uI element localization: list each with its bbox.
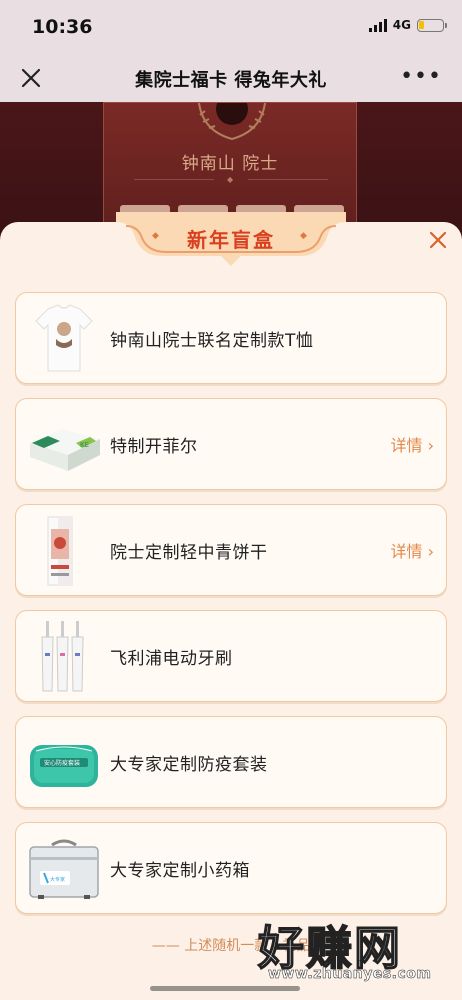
svg-text:KE: KE <box>80 441 89 449</box>
status-indicators: 4G <box>368 18 447 32</box>
detail-label: 详情 <box>390 542 423 561</box>
more-icon[interactable]: ••• <box>400 66 442 88</box>
item-name: 飞利浦电动牙刷 <box>110 649 233 669</box>
item-detail-link[interactable]: 详情 › <box>390 538 434 562</box>
item-detail-link[interactable]: 详情 › <box>390 432 434 456</box>
network-label: 4G <box>392 18 411 32</box>
prize-list: 钟南山院士联名定制款T恤 KE 特制开菲尔 详情 › 院士定制轻中青饼干 详情 … <box>15 292 447 928</box>
blind-box-modal: ◆ ◆ 新年盲盒 钟南山院士联名定制款T恤 KE 特制开菲尔 详情 › 院士定制… <box>0 212 462 1000</box>
status-time: 10:36 <box>32 16 93 38</box>
chevron-right-icon: › <box>427 542 434 561</box>
modal-title: 新年盲盒 <box>187 228 275 252</box>
watermark: 好赚网 www.zhuanyes.com <box>254 912 462 992</box>
academician-name: 钟南山 院士 <box>181 154 279 174</box>
item-name: 特制开菲尔 <box>110 437 198 457</box>
nav-bar: 集院士福卡 得兔年大礼 ••• <box>0 54 462 102</box>
close-icon[interactable] <box>428 230 448 250</box>
list-item[interactable]: 大专家 大专家定制小药箱 <box>15 822 447 914</box>
biscuit-box-icon <box>47 516 73 586</box>
home-indicator <box>150 986 300 991</box>
chevron-right-icon: › <box>427 436 434 455</box>
battery-icon <box>417 18 447 32</box>
laurel-icon <box>198 103 266 141</box>
page-title: 集院士福卡 得兔年大礼 <box>135 70 327 91</box>
detail-label: 详情 <box>390 436 423 455</box>
pouch-icon: 安心防疫套装 <box>30 745 98 787</box>
diamond-icon: ◆ <box>227 175 234 184</box>
divider <box>134 179 214 180</box>
list-item[interactable]: 飞利浦电动牙刷 <box>15 610 447 702</box>
item-name: 大专家定制防疫套装 <box>110 755 268 775</box>
list-item[interactable]: 院士定制轻中青饼干 详情 › <box>15 504 447 596</box>
divider <box>248 179 328 180</box>
item-name: 院士定制轻中青饼干 <box>110 543 268 563</box>
item-name: 钟南山院士联名定制款T恤 <box>110 331 314 351</box>
list-item[interactable]: KE 特制开菲尔 详情 › <box>15 398 447 490</box>
svg-text:大专家: 大专家 <box>50 876 65 883</box>
status-bar: 10:36 4G <box>0 0 462 54</box>
list-item[interactable]: 钟南山院士联名定制款T恤 <box>15 292 447 384</box>
item-name: 大专家定制小药箱 <box>110 861 250 881</box>
svg-text:安心防疫套装: 安心防疫套装 <box>44 759 80 767</box>
watermark-url: www.zhuanyes.com <box>268 966 432 983</box>
toothbrush-icon <box>41 621 84 692</box>
tshirt-icon <box>35 304 93 372</box>
signal-icon <box>368 18 387 32</box>
list-item[interactable]: 安心防疫套装 大专家定制防疫套装 <box>15 716 447 808</box>
kefir-box-icon: KE <box>30 429 100 471</box>
medicine-box-icon: 大专家 <box>29 839 99 899</box>
